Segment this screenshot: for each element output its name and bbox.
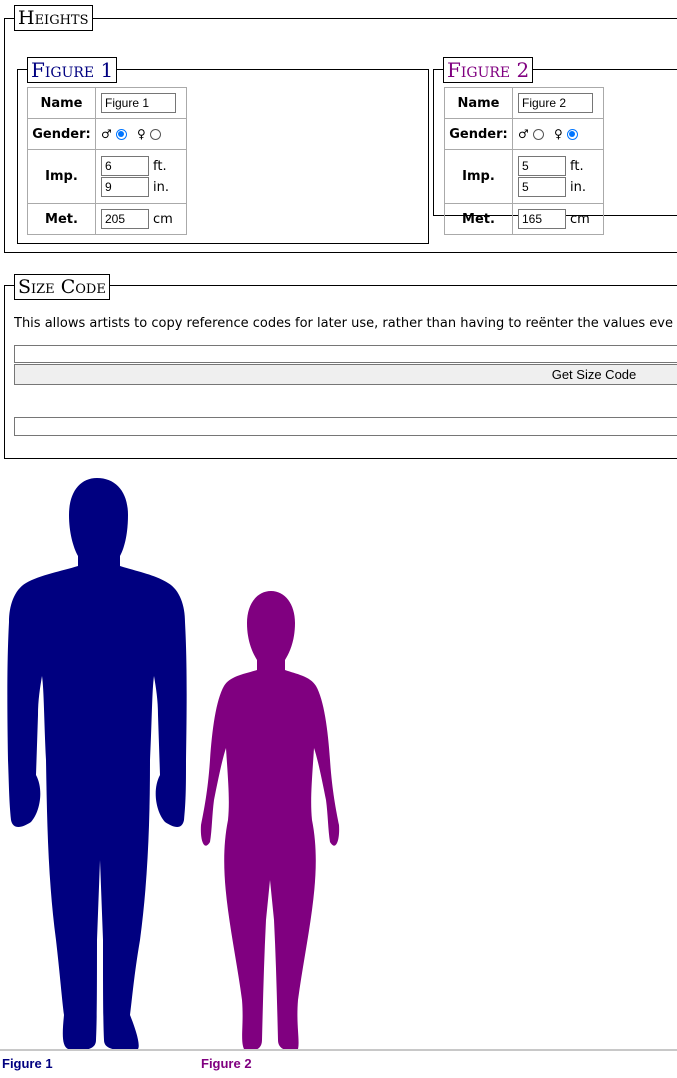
figure-1-male-radio[interactable] (115, 128, 127, 140)
female-symbol-icon: ♀ (137, 126, 146, 141)
metric-label: Met. (27, 203, 96, 235)
get-size-code-button-label: Get Size Code (551, 367, 637, 382)
male-symbol-icon: ♂ (101, 126, 112, 141)
figure-2-feet-input[interactable] (518, 156, 566, 176)
figure-1-cm-input[interactable] (101, 209, 149, 229)
feet-unit: ft. (570, 159, 584, 174)
inches-unit: in. (570, 180, 586, 195)
figure-2-cm-input[interactable] (518, 209, 566, 229)
figure-2-inches-input[interactable] (518, 177, 566, 197)
female-symbol-icon: ♀ (554, 126, 563, 141)
figure-1-inches-input[interactable] (101, 177, 149, 197)
figure-2-legend: Figure 2 (443, 57, 534, 83)
figure-2-female-radio[interactable] (566, 128, 578, 140)
figures-display (7, 478, 340, 1051)
cm-unit: cm (153, 212, 173, 227)
figure-2-table: Name Gender: ♂ ♀ Imp. ft. in. Met. cm (444, 87, 604, 235)
size-code-input[interactable] (14, 345, 677, 363)
gender-label: Gender: (444, 118, 513, 150)
figure-1-legend: Figure 1 (27, 57, 118, 83)
metric-label: Met. (444, 203, 513, 235)
figure-1-feet-input[interactable] (101, 156, 149, 176)
imperial-label: Imp. (444, 149, 513, 204)
male-symbol-icon: ♂ (518, 126, 529, 141)
get-size-code-button[interactable]: Get Size Code (14, 364, 677, 385)
ground-line (0, 1049, 677, 1051)
size-code-legend: Size Code (14, 274, 110, 300)
figure-1-female-radio[interactable] (149, 128, 161, 140)
figure-1-table: Name Gender: ♂ ♀ Imp. ft. in. Met. cm (27, 87, 187, 235)
figure-1-silhouette (7, 478, 187, 1051)
figure-1-label: Figure 1 (2, 1056, 53, 1071)
cm-unit: cm (570, 212, 590, 227)
size-code-output[interactable] (14, 417, 677, 436)
figure-2-name-input[interactable] (518, 93, 593, 113)
inches-unit: in. (153, 180, 169, 195)
name-label: Name (444, 87, 513, 119)
figure-2-label: Figure 2 (201, 1056, 252, 1071)
figure-2-silhouette (200, 591, 340, 1051)
feet-unit: ft. (153, 159, 167, 174)
figure-1-name-input[interactable] (101, 93, 176, 113)
name-label: Name (27, 87, 96, 119)
imperial-label: Imp. (27, 149, 96, 204)
figure-2-male-radio[interactable] (532, 128, 544, 140)
heights-legend: Heights (14, 5, 93, 31)
size-code-description: This allows artists to copy reference co… (14, 316, 673, 331)
gender-label: Gender: (27, 118, 96, 150)
